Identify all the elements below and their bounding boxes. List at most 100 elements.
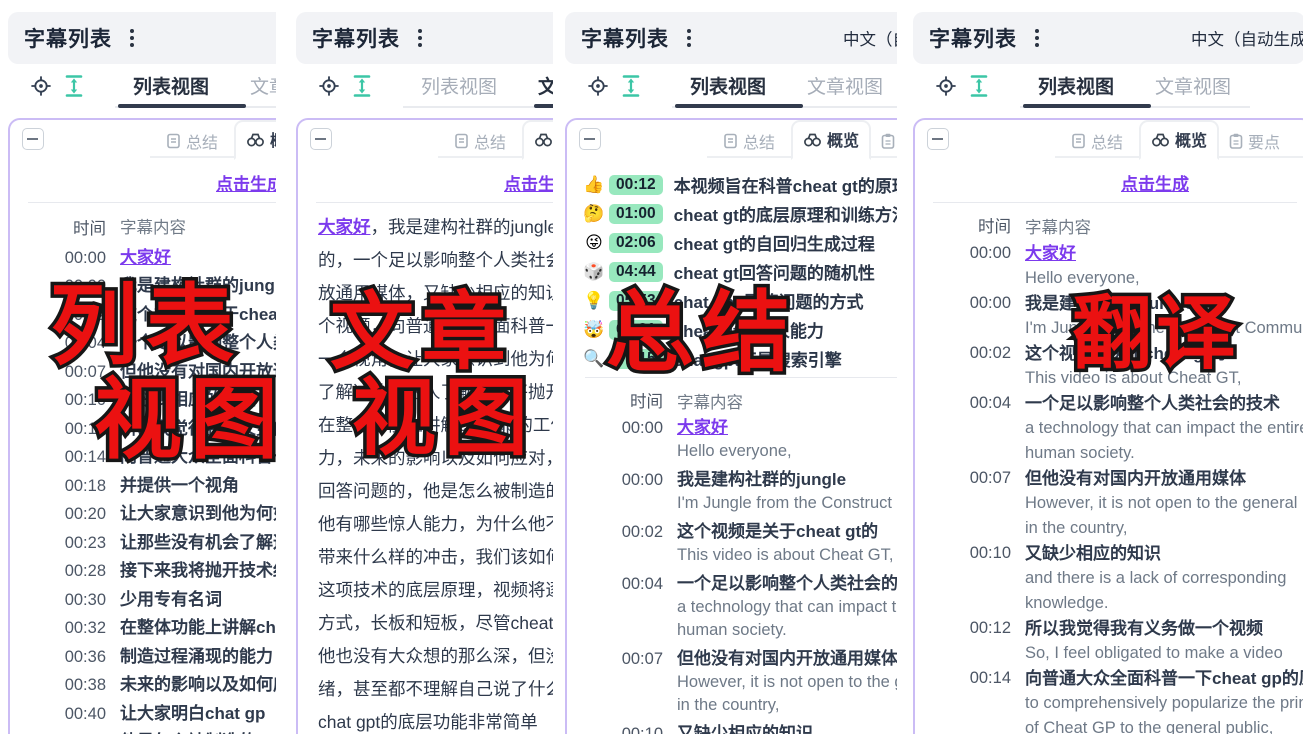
locate-icon[interactable] (30, 75, 52, 97)
subtitle-content: 在整体功能上讲解chat gpt (120, 614, 276, 643)
generate-link[interactable]: 点击生成 (448, 170, 553, 195)
subtitle-timestamp: 00:18 (44, 472, 106, 501)
subtitle-content: 大家好Hello everyone, (1025, 241, 1303, 291)
subtitle-text-zh: 未来的影响以及如何应对 (120, 671, 276, 700)
expand-vertical-icon[interactable] (621, 74, 641, 98)
subtitle-link[interactable]: 大家好 (1025, 241, 1303, 266)
chapter-row[interactable]: 👍00:12本视频旨在科普cheat gt的原理 (579, 170, 897, 199)
subtitle-row[interactable]: 00:36制造过程涌现的能力 (10, 643, 276, 672)
subtitle-row[interactable]: 00:02这个视频是关于cheat gt的This video is about… (567, 520, 897, 567)
tab-overview[interactable]: 概览 (522, 120, 553, 160)
tab-article-view[interactable]: 文章视图 (250, 72, 276, 99)
kebab-menu-icon[interactable] (418, 29, 422, 47)
tab-list-view[interactable]: 列表视图 (133, 72, 209, 99)
subtitle-content: 并提供一个视角 (120, 472, 276, 501)
subtitle-row[interactable]: 00:00 我是建构社群的jungleI'm Jungle from the Co… (567, 468, 897, 515)
subtitle-row[interactable]: 00:40让大家明白chat gp (10, 700, 276, 729)
subtitle-row[interactable]: 00:00大家好 (10, 244, 276, 273)
subtitle-text-zh: 接下来我将抛开技术细节 (120, 557, 276, 586)
subtitle-row[interactable]: 00:23让那些没有机会了解这件事的人 (10, 529, 276, 558)
subtitle-text-en: However, it is not open to the general p… (677, 671, 897, 694)
subtitle-text-en: in the country, (677, 694, 897, 717)
collapse-button[interactable] (579, 128, 601, 150)
locate-icon[interactable] (587, 75, 609, 97)
tab-article-view[interactable]: 文章视图 (538, 72, 553, 99)
subtitle-text-zh: 又缺少相应的知识 (677, 722, 897, 734)
subtitle-timestamp: 00:00 (601, 416, 663, 463)
subtitle-text-zh: 让大家意识到他为何如此强大 (120, 500, 276, 529)
expand-vertical-icon[interactable] (64, 74, 84, 98)
subtitle-row[interactable]: 00:30少用专有名词 (10, 586, 276, 615)
tab-list-view[interactable]: 列表视图 (690, 72, 766, 99)
tab-summary[interactable]: 总结 (715, 124, 783, 158)
subtitle-timestamp: 00:04 (601, 572, 663, 642)
subtitle-row[interactable]: 00:44他是怎么被制造的 (10, 728, 276, 734)
subtitle-content: 我是建构社群的jungleI'm Jungle from the Constru… (677, 468, 897, 515)
expand-vertical-icon[interactable] (969, 74, 989, 98)
tab-keypoints[interactable]: 要点 (873, 124, 897, 158)
tab-summary[interactable]: 总结 (446, 124, 514, 158)
subtitle-link[interactable]: 大家好 (677, 416, 897, 440)
summary-doc-icon (723, 133, 738, 149)
subtitle-text-zh: 这个视频是关于cheat gt的 (677, 520, 897, 544)
subtitle-row[interactable]: 00:07但他没有对国内开放通用媒体However, it is not ope… (915, 466, 1303, 541)
tab-summary[interactable]: 总结 (158, 124, 226, 158)
subtitle-row[interactable]: 00:04一个足以影响整个人类社会的技术a technology that ca… (567, 572, 897, 642)
kebab-menu-icon[interactable] (130, 29, 134, 47)
subtitle-row[interactable]: 00:04一个足以影响整个人类社会的技术a technology that ca… (915, 391, 1303, 466)
panel-header: 字幕列表 中文（自动生成） (913, 12, 1303, 64)
subtitle-link[interactable]: 大家好 (318, 217, 371, 237)
generate-link[interactable]: 点击生成 (1065, 170, 1245, 195)
subtitle-content: 这个视频是关于cheat gt的This video is about Chea… (677, 520, 897, 567)
tab-list-view[interactable]: 列表视图 (421, 72, 497, 99)
locate-icon[interactable] (318, 75, 340, 97)
chapter-row[interactable]: 😜02:06cheat gt的自回归生成过程 (579, 228, 897, 257)
subtitle-row[interactable]: 00:00大家好Hello everyone, (915, 241, 1303, 291)
chapter-timestamp-badge[interactable]: 00:12 (609, 175, 663, 195)
subtitle-timestamp: 00:14 (949, 666, 1011, 734)
subtitle-row[interactable]: 00:10 又缺少相应的知识 (567, 722, 897, 734)
subtitle-content: 一个足以影响整个人类社会的技术a technology that can imp… (677, 572, 897, 642)
generate-link[interactable]: 点击生成 (160, 170, 276, 195)
view-toolbar: 列表视图 文章视图 (557, 64, 897, 110)
subtitle-row[interactable]: 00:20让大家意识到他为何如此强大 (10, 500, 276, 529)
subtitle-link[interactable]: 大家好 (120, 244, 276, 273)
subtitle-row[interactable]: 00:00大家好Hello everyone, (567, 416, 897, 463)
view-toolbar: 列表视图 文章视图 (288, 64, 553, 110)
keypoints-clipboard-icon (881, 133, 895, 149)
subtitle-row[interactable]: 00:10又缺少相应的知识and there is a lack of corr… (915, 541, 1303, 616)
tab-overview[interactable]: 概览 (1139, 120, 1219, 160)
collapse-button[interactable] (310, 128, 332, 150)
view-toolbar: 列表视图 文章视图 (0, 64, 276, 110)
chapter-timestamp-badge[interactable]: 02:06 (609, 233, 663, 253)
chapter-row[interactable]: 🤔01:00cheat gt的底层原理和训练方法 (579, 199, 897, 228)
chapter-timestamp-badge[interactable]: 04:44 (609, 262, 663, 282)
subtitle-timestamp: 00:10 (601, 722, 663, 734)
subtitle-row[interactable]: 00:32在整体功能上讲解chat gpt (10, 614, 276, 643)
tab-article-view[interactable]: 文章视图 (1155, 72, 1231, 99)
subtitle-row[interactable]: 00:07但他没有对国内开放通用媒体However, it is not ope… (567, 647, 897, 717)
subtitle-row[interactable]: 00:18 并提供一个视角 (10, 472, 276, 501)
subtitle-row[interactable]: 00:14向普通大众全面科普一下cheat gp的原理to comprehens… (915, 666, 1303, 734)
subtitle-text-en: a technology that can impact the entire (1025, 416, 1303, 441)
tab-article-view[interactable]: 文章视图 (807, 72, 883, 99)
subtitle-content: 但他没有对国内开放通用媒体However, it is not open to … (1025, 466, 1303, 541)
tab-summary[interactable]: 总结 (1063, 124, 1131, 158)
collapse-button[interactable] (22, 128, 44, 150)
tab-list-view[interactable]: 列表视图 (1038, 72, 1114, 99)
kebab-menu-icon[interactable] (687, 29, 691, 47)
subtitle-timestamp: 00:00 (601, 468, 663, 515)
subtitle-row[interactable]: 00:38未来的影响以及如何应对 (10, 671, 276, 700)
tab-overview[interactable]: 概览 (234, 120, 276, 160)
subtitle-card: 总结 概览 要点 👍00:12本视频旨在科普cheat gt的原理🤔01:00c… (565, 118, 897, 734)
tab-keypoints[interactable]: 要点 (1221, 124, 1288, 158)
chapter-timestamp-badge[interactable]: 01:00 (609, 204, 663, 224)
annotation-text: 翻译 (1072, 294, 1240, 374)
kebab-menu-icon[interactable] (1035, 29, 1039, 47)
subtitle-row[interactable]: 00:28接下来我将抛开技术细节 (10, 557, 276, 586)
collapse-button[interactable] (927, 128, 949, 150)
subtitle-row[interactable]: 00:12所以我觉得我有义务做一个视频So, I feel obligated … (915, 616, 1303, 666)
tab-overview[interactable]: 概览 (791, 120, 871, 160)
locate-icon[interactable] (935, 75, 957, 97)
expand-vertical-icon[interactable] (352, 74, 372, 98)
